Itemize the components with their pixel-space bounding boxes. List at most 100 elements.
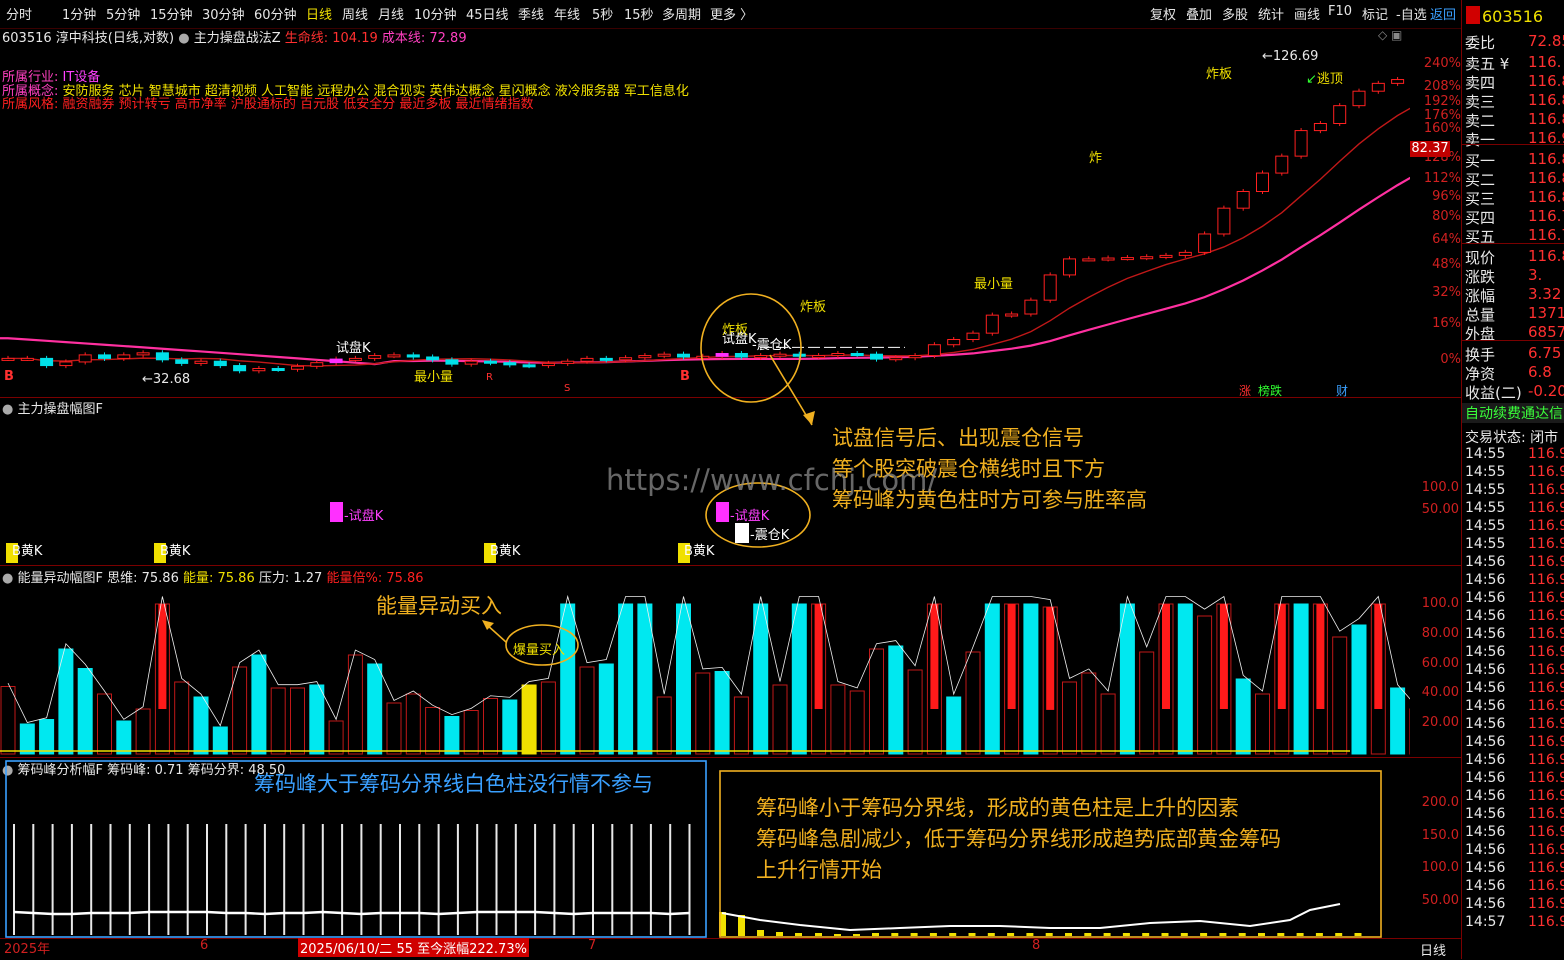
p2-axis-label: 50.00 bbox=[1403, 502, 1459, 517]
tick-price: 116.9 bbox=[1528, 518, 1564, 534]
tick-time: 14:56 bbox=[1465, 896, 1505, 912]
period-tab-13[interactable]: 5秒 bbox=[592, 4, 613, 23]
toolbar-button-4[interactable]: 画线 bbox=[1294, 4, 1320, 23]
tick-time: 14:56 bbox=[1465, 644, 1505, 660]
chip-yellow-bar bbox=[891, 933, 898, 936]
main-axis-label: 0% bbox=[1401, 352, 1461, 367]
period-tab-15[interactable]: 多周期 bbox=[662, 4, 701, 23]
bhuang-label: B黄K bbox=[490, 540, 520, 559]
low-price-value: 32.68 bbox=[153, 372, 190, 387]
candlestick-chart[interactable] bbox=[0, 28, 1410, 398]
main-axis-label: 112% bbox=[1401, 171, 1461, 186]
energy-bar bbox=[696, 673, 710, 754]
energy-bar bbox=[348, 655, 362, 754]
quote-label: 卖一 bbox=[1465, 129, 1495, 150]
toolbar-button-6[interactable]: 标记 bbox=[1362, 4, 1388, 23]
chip-yellow-bar bbox=[988, 933, 995, 936]
tick-price: 116.9 bbox=[1528, 536, 1564, 552]
energy-bar bbox=[522, 685, 536, 754]
candle bbox=[562, 361, 574, 363]
energy-bar bbox=[1063, 682, 1077, 754]
energy-bar-core bbox=[158, 604, 166, 709]
candle bbox=[156, 353, 168, 360]
tick-time: 14:56 bbox=[1465, 680, 1505, 696]
tick-price: 116.9 bbox=[1528, 662, 1564, 678]
tick-time: 14:56 bbox=[1465, 662, 1505, 678]
min-volume-label: 最小量 bbox=[414, 366, 453, 385]
period-tab-1[interactable]: 1分钟 bbox=[62, 4, 96, 23]
energy-bar bbox=[715, 672, 729, 755]
period-tab-5[interactable]: 60分钟 bbox=[254, 4, 297, 23]
main-axis-label: 16% bbox=[1401, 316, 1461, 331]
zhencang-bar bbox=[735, 523, 749, 543]
energy-bar bbox=[406, 694, 420, 754]
period-tab-2[interactable]: 5分钟 bbox=[106, 4, 140, 23]
energy-bar bbox=[677, 604, 691, 754]
chip-yellow-bar bbox=[872, 933, 879, 936]
toolbar-button-3[interactable]: 统计 bbox=[1258, 4, 1284, 23]
period-tab-12[interactable]: 年线 bbox=[554, 4, 580, 23]
candle bbox=[581, 358, 593, 361]
quote-label: 买四 bbox=[1465, 207, 1495, 228]
tick-time: 14:56 bbox=[1465, 698, 1505, 714]
energy-bar bbox=[426, 708, 440, 755]
period-tab-9[interactable]: 10分钟 bbox=[414, 4, 457, 23]
tick-time: 14:56 bbox=[1465, 788, 1505, 804]
tick-price: 116.9 bbox=[1528, 554, 1564, 570]
candle bbox=[79, 355, 91, 362]
panel-divider bbox=[0, 757, 1462, 758]
candle bbox=[1314, 124, 1326, 131]
zhencang-label: -震仓K bbox=[752, 334, 791, 353]
toolbar-button-0[interactable]: 复权 bbox=[1150, 4, 1176, 23]
month-label: 6 bbox=[200, 938, 208, 953]
tick-price: 116.9 bbox=[1528, 590, 1564, 606]
toolbar-button-5[interactable]: F10 bbox=[1328, 4, 1352, 19]
panel-divider bbox=[0, 397, 1462, 398]
chip-yellow-bar bbox=[1277, 933, 1284, 936]
candle bbox=[214, 361, 226, 365]
toolbar-button-2[interactable]: 多股 bbox=[1222, 4, 1248, 23]
quote-value: 116.8 bbox=[1528, 72, 1564, 90]
period-tab[interactable]: 日线 bbox=[1420, 940, 1446, 959]
chip-yellow-bar bbox=[1026, 933, 1033, 936]
candle bbox=[986, 315, 998, 333]
toolbar-button-1[interactable]: 叠加 bbox=[1186, 4, 1212, 23]
chip-yellow-bar bbox=[911, 933, 918, 936]
candle bbox=[2, 358, 14, 360]
period-tab-3[interactable]: 15分钟 bbox=[150, 4, 193, 23]
shipan-label: 试盘K bbox=[336, 337, 371, 356]
energy-bar bbox=[175, 682, 189, 754]
candle bbox=[755, 356, 767, 358]
zha-label: 炸 bbox=[1089, 147, 1102, 166]
quote-code: 603516 bbox=[1482, 7, 1543, 26]
period-tab-7[interactable]: 周线 bbox=[342, 4, 368, 23]
period-tab-11[interactable]: 季线 bbox=[518, 4, 544, 23]
period-tab-10[interactable]: 45日线 bbox=[466, 4, 509, 23]
zhencang-text: 震仓K bbox=[755, 528, 790, 543]
period-tab-0[interactable]: 分时 bbox=[6, 4, 32, 23]
gear-icon[interactable]: ● bbox=[2, 571, 13, 586]
chip-yellow-bar bbox=[1123, 933, 1130, 936]
candle bbox=[948, 340, 960, 345]
bhuang-label: B黄K bbox=[12, 540, 42, 559]
candle bbox=[716, 354, 728, 357]
quote-divider bbox=[1462, 340, 1564, 341]
tick-time: 14:57 bbox=[1465, 914, 1505, 930]
auto-renew-banner[interactable]: 自动续费通达信 bbox=[1462, 403, 1564, 423]
chip-yellow-bar bbox=[795, 933, 802, 936]
gear-icon[interactable]: ● bbox=[2, 402, 13, 417]
candle bbox=[851, 354, 863, 356]
main-axis-label: 64% bbox=[1401, 232, 1461, 247]
period-tab-8[interactable]: 月线 bbox=[378, 4, 404, 23]
period-tab-6[interactable]: 日线 bbox=[306, 4, 332, 23]
main-axis-label: 240% bbox=[1401, 56, 1461, 71]
energy-bar bbox=[503, 700, 517, 754]
energy-bar bbox=[59, 649, 73, 754]
energy-bar-core bbox=[815, 604, 823, 709]
tick-time: 14:55 bbox=[1465, 500, 1505, 516]
period-tab-14[interactable]: 15秒 bbox=[624, 4, 654, 23]
chip-yellow-bar bbox=[719, 912, 726, 936]
period-tab-4[interactable]: 30分钟 bbox=[202, 4, 245, 23]
tick-time: 14:56 bbox=[1465, 626, 1505, 642]
period-tab-16[interactable]: 更多 〉 bbox=[710, 4, 753, 23]
